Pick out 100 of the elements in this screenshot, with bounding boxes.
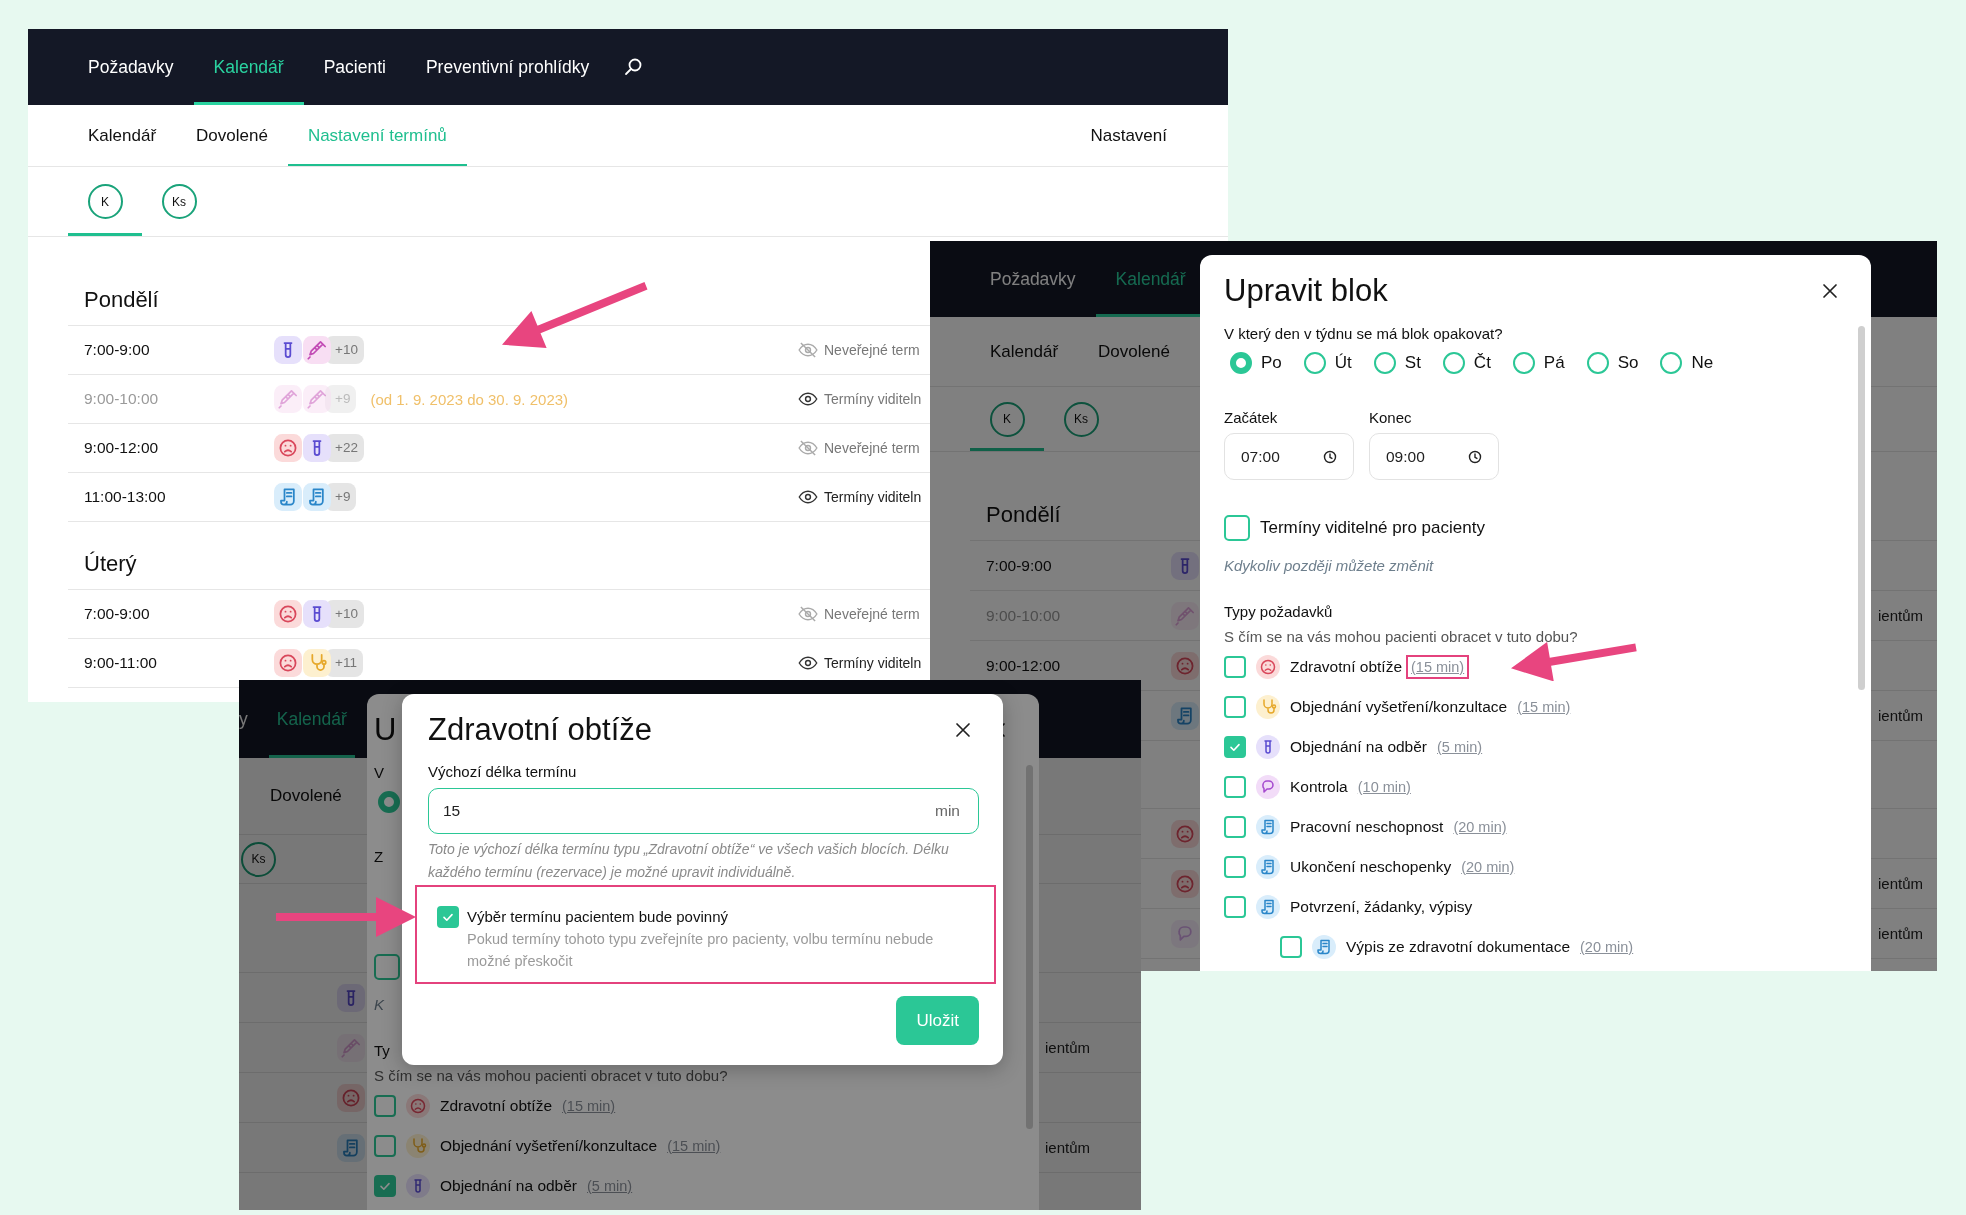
tab[interactable]: Dovolené <box>270 758 342 834</box>
tab[interactable]: Dovolené <box>176 105 288 166</box>
type-label: Objednání vyšetření/konzultace <box>440 1137 658 1155</box>
avatar-tab[interactable]: K <box>970 387 1044 451</box>
duration-link[interactable]: (10 min) <box>1357 779 1411 795</box>
radio-button[interactable] <box>1442 352 1465 374</box>
scrollbar[interactable] <box>1026 765 1033 1129</box>
duration-link[interactable]: (20 min) <box>1453 819 1507 835</box>
checkbox-label: Výběr termínu pacientem bude povinný <box>467 907 729 927</box>
checkbox[interactable] <box>437 906 459 928</box>
nav-tab[interactable]: Kalendář <box>268 680 355 758</box>
duration-link[interactable]: (20 min) <box>1580 939 1634 955</box>
document-icon <box>274 483 302 511</box>
nav-tab[interactable]: Požadavky <box>68 29 194 105</box>
checkbox[interactable] <box>1224 896 1246 918</box>
field-label: Výchozí délka termínu <box>428 762 578 782</box>
time-range: 7:00-9:00 <box>84 605 151 623</box>
close-icon[interactable] <box>955 722 971 738</box>
section-subtitle: S čím se na vás mohou pacienti obracet v tuto dobu? <box>374 1066 729 1086</box>
radio-button[interactable] <box>1303 352 1326 374</box>
visibility-label: Neveřejné term <box>824 440 920 456</box>
type-label: Zdravotní obtíže <box>1290 658 1402 676</box>
radio-button[interactable] <box>1230 352 1252 374</box>
checkbox[interactable] <box>1280 936 1302 958</box>
stethoscope-icon <box>406 1134 430 1158</box>
duration-link[interactable]: (20 min) <box>1461 859 1515 875</box>
type-label: Výpis ze zdravotní dokumentace <box>1346 938 1570 956</box>
type-label: Zdravotní obtíže <box>440 1097 552 1115</box>
section-title: Typy požadavků <box>1224 602 1334 622</box>
duration-link[interactable]: (15 min) <box>667 1138 721 1154</box>
settings-link[interactable]: Nastavení <box>1090 125 1167 146</box>
syringe-icon <box>303 336 331 364</box>
nav-tab[interactable]: y <box>239 680 248 758</box>
stethoscope-icon <box>303 649 331 677</box>
checkbox[interactable] <box>374 1175 396 1197</box>
checkbox[interactable] <box>1224 816 1246 838</box>
description-text: Pokud termíny tohoto typu zveřejníte pro pacienty, volbu termínu nebude možné přeskočit <box>467 930 935 971</box>
tab[interactable]: Kalendář <box>68 105 177 166</box>
search-icon[interactable] <box>623 57 644 77</box>
speech-bubble-icon <box>1256 775 1280 799</box>
type-label: Objednání na odběr <box>440 1177 578 1195</box>
field-label: Začátek <box>1224 408 1279 428</box>
radio-button[interactable] <box>1373 352 1396 374</box>
clock-icon <box>1468 449 1482 464</box>
visibility-label: ientům <box>1877 875 1923 892</box>
radio-label: Ne <box>1691 353 1714 373</box>
radio-button[interactable] <box>1512 352 1535 374</box>
radio-label: St <box>1404 353 1421 373</box>
nav-tab[interactable]: Pacienti <box>303 29 406 105</box>
checkbox[interactable] <box>374 1135 396 1157</box>
checkbox[interactable] <box>1224 696 1246 718</box>
input-field[interactable]: 15 min <box>428 788 979 834</box>
checkbox[interactable] <box>1224 656 1246 678</box>
sad-face-icon <box>274 434 302 462</box>
time-field[interactable]: 09:00 <box>1369 433 1499 480</box>
sad-face-icon <box>1256 655 1280 679</box>
time-range: 9:00-10:00 <box>84 390 160 408</box>
close-icon[interactable] <box>1822 283 1838 299</box>
visibility-label: Neveřejné term <box>824 606 920 622</box>
radio-button[interactable] <box>378 791 400 813</box>
duration-link[interactable]: (15 min) <box>1517 699 1571 715</box>
time-field[interactable]: 07:00 <box>1224 433 1354 480</box>
field-label: Z <box>374 847 384 867</box>
avatar-tab[interactable]: K <box>68 167 142 236</box>
time-range: 7:00-9:00 <box>84 341 151 359</box>
visibility-label: ientům <box>1044 1139 1090 1156</box>
stethoscope-icon <box>1256 695 1280 719</box>
nav-tab[interactable]: Preventivní prohlídky <box>405 29 610 105</box>
type-label: Objednání vyšetření/konzultace <box>1290 698 1508 716</box>
clock-icon <box>1323 449 1337 464</box>
visibility-label: ientům <box>1044 1039 1090 1056</box>
checkbox[interactable] <box>374 1095 396 1117</box>
test-tube-icon <box>1171 551 1199 580</box>
duration-link[interactable]: (5 min) <box>1437 739 1483 755</box>
question-label: V který den v týdnu se má blok opakovat? <box>1224 324 1504 344</box>
duration-link[interactable]: (15 min) <box>1406 655 1470 679</box>
visibility-label: Neveřejné term <box>824 342 920 358</box>
checkbox[interactable] <box>1224 856 1246 878</box>
document-icon <box>1256 855 1280 879</box>
avatar-tab[interactable]: Ks <box>1044 387 1118 451</box>
radio-label: Po <box>1261 353 1282 373</box>
avatar-tab[interactable]: Ks <box>142 167 216 236</box>
radio-button[interactable] <box>1660 352 1683 374</box>
question-label: V <box>374 763 384 783</box>
nav-tab[interactable]: Kalendář <box>193 29 304 105</box>
scrollbar[interactable] <box>1858 326 1865 690</box>
dialog-title: Zdravotní obtíže <box>428 712 652 748</box>
checkbox[interactable] <box>374 954 400 980</box>
document-icon <box>1256 895 1280 919</box>
checkbox[interactable] <box>1224 736 1246 758</box>
time-range: 9:00-12:00 <box>986 656 1062 675</box>
document-icon <box>303 483 331 511</box>
time-range: 9:00-12:00 <box>84 439 160 457</box>
checkbox-label: Termíny viditelné pro pacienty <box>1260 518 1485 538</box>
sad-face-icon <box>406 1094 430 1118</box>
checkbox[interactable] <box>1224 515 1250 541</box>
checkbox[interactable] <box>1224 776 1246 798</box>
type-label: Objednání na odběr <box>1290 738 1428 756</box>
section-subtitle: S čím se na vás mohou pacienti obracet v tuto dobu? <box>1224 627 1579 647</box>
radio-button[interactable] <box>1586 352 1609 374</box>
